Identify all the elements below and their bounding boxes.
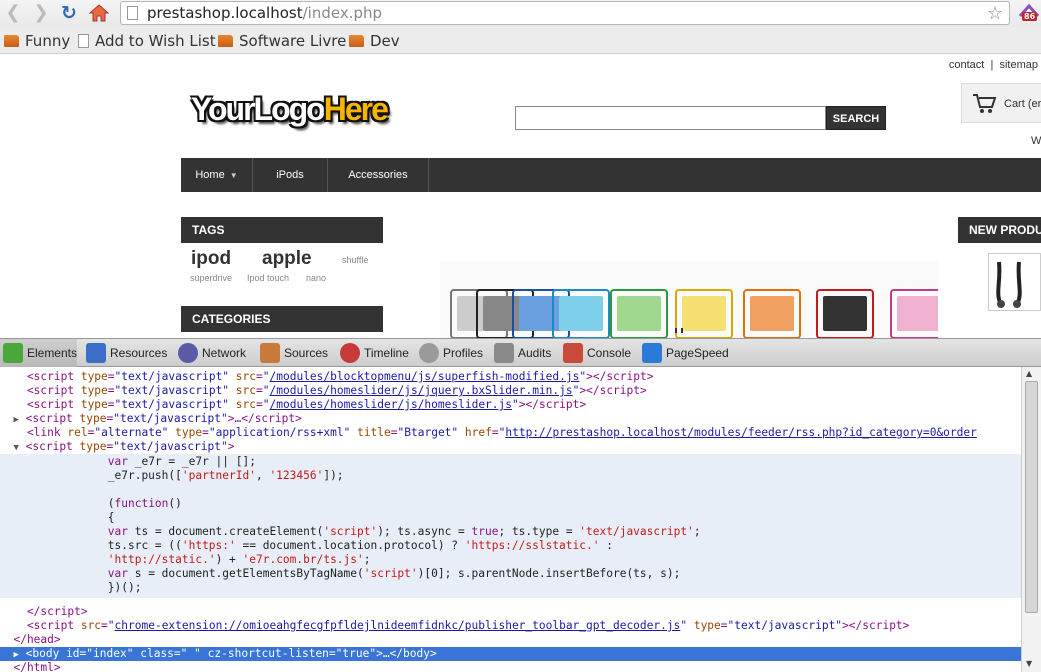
code-line[interactable]: </html>: [0, 661, 60, 672]
bookmark-wishlist[interactable]: Add to Wish List: [78, 32, 216, 50]
folder-icon: [218, 35, 233, 47]
sources-icon: [260, 343, 280, 363]
scroll-down-icon[interactable]: ▼: [1026, 659, 1032, 668]
tag-shuffle[interactable]: shuffle: [342, 255, 368, 265]
code-line[interactable]: <script type="text/javascript" src="/mod…: [0, 398, 586, 412]
address-bar[interactable]: prestashop.localhost/index.php ☆: [120, 1, 1010, 25]
tab-network[interactable]: Network: [178, 339, 246, 367]
browser-toolbar: ❮ ❯ ↻ prestashop.localhost/index.php ☆ 8…: [0, 0, 1041, 27]
page-icon: [127, 6, 138, 20]
tab-pagespeed[interactable]: PageSpeed: [642, 339, 729, 367]
menu-item-home[interactable]: Home ▼: [181, 158, 253, 192]
main-menu: Home ▼ iPods Accessories: [181, 158, 1041, 192]
code-line[interactable]: </script>: [0, 605, 88, 619]
sitemap-link[interactable]: sitemap: [999, 59, 1038, 71]
chevron-down-icon: ▼: [229, 171, 238, 180]
page-viewport: contact | sitemap YourLogoHere SEARCH Ca…: [0, 55, 1041, 338]
forward-icon[interactable]: ❯: [30, 3, 52, 23]
welcome-text: W: [1031, 135, 1041, 147]
vertical-scrollbar[interactable]: ▲ ▼: [1021, 367, 1041, 672]
reload-icon[interactable]: ↻: [58, 3, 80, 23]
tags-block: TAGS ipod apple shuffle superdrive Ipod …: [181, 217, 383, 283]
network-icon: [178, 343, 198, 363]
menu-item-accessories[interactable]: Accessories: [328, 158, 429, 192]
search-input[interactable]: [515, 106, 826, 130]
tag-apple[interactable]: apple: [262, 248, 312, 270]
timeline-icon: [340, 343, 360, 363]
tab-timeline[interactable]: Timeline: [340, 339, 409, 367]
code-line[interactable]: <script src="chrome-extension://omioeahg…: [0, 619, 909, 633]
new-products-block: NEW PRODU: [958, 217, 1041, 243]
menu-item-ipods[interactable]: iPods: [253, 158, 328, 192]
folder-icon: [349, 35, 364, 47]
url-path: /index.php: [302, 4, 383, 22]
tag-ipod[interactable]: ipod: [191, 248, 231, 270]
tab-console[interactable]: Console: [563, 339, 631, 367]
bookmark-star-icon[interactable]: ☆: [987, 3, 1003, 24]
tab-sources[interactable]: Sources: [260, 339, 328, 367]
audits-icon: [494, 343, 514, 363]
bookmark-software-livre[interactable]: Software Livre: [218, 32, 346, 50]
bookmark-funny[interactable]: Funny: [4, 32, 70, 50]
top-links: contact | sitemap: [948, 59, 1038, 71]
contact-link[interactable]: contact: [949, 59, 984, 71]
profiles-icon: [419, 343, 439, 363]
code-line[interactable]: <link rel="alternate" type="application/…: [0, 426, 977, 440]
scroll-up-icon[interactable]: ▲: [1026, 369, 1032, 378]
new-products-title: NEW PRODU: [958, 217, 1041, 243]
tab-elements[interactable]: Elements: [0, 339, 77, 367]
home-icon[interactable]: [88, 3, 110, 23]
resources-icon: [86, 343, 106, 363]
back-icon[interactable]: ❮: [2, 3, 24, 23]
home-slider[interactable]: [440, 262, 938, 338]
code-line[interactable]: </head>: [0, 633, 60, 647]
page-icon: [78, 34, 89, 48]
code-line[interactable]: <script type="text/javascript" src="/mod…: [0, 370, 654, 384]
extension-badge: 86: [1022, 12, 1038, 21]
code-line[interactable]: ▼ <script type="text/javascript">: [0, 440, 234, 454]
cart-box[interactable]: Cart (er: [961, 83, 1041, 123]
categories-block: CATEGORIES: [181, 306, 383, 332]
folder-icon: [4, 35, 19, 47]
url-host: prestashop.localhost: [147, 4, 303, 22]
bookmarks-bar: Funny Add to Wish List Software Livre De…: [0, 27, 1041, 54]
url-text: prestashop.localhost/index.php: [147, 4, 382, 22]
tab-profiles[interactable]: Profiles: [419, 339, 483, 367]
tab-resources[interactable]: Resources: [86, 339, 167, 367]
elements-panel[interactable]: <script type="text/javascript" src="/mod…: [0, 367, 1021, 672]
selected-code-line[interactable]: ▶ <body id="index" class=" " cz-shortcut…: [0, 647, 1021, 661]
console-icon: [563, 343, 583, 363]
categories-title: CATEGORIES: [181, 306, 383, 332]
bookmark-dev[interactable]: Dev: [349, 32, 400, 50]
product-thumbnail[interactable]: [988, 253, 1041, 311]
cart-icon: [973, 94, 997, 113]
site-logo[interactable]: YourLogoHere: [191, 91, 389, 128]
tab-audits[interactable]: Audits: [494, 339, 551, 367]
tag-ipod-touch[interactable]: Ipod touch: [247, 273, 289, 283]
scroll-thumb[interactable]: [1025, 381, 1038, 613]
cart-label: Cart (er: [1004, 98, 1041, 110]
code-line[interactable]: <script type="text/javascript" src="/mod…: [0, 384, 647, 398]
tags-title: TAGS: [181, 217, 383, 243]
tag-nano[interactable]: nano: [306, 273, 326, 283]
devtools-toolbar: Elements Resources Network Sources Timel…: [0, 338, 1041, 367]
elements-icon: [3, 343, 23, 363]
resize-handle[interactable]: [675, 328, 683, 333]
code-line[interactable]: ▶ <script type="text/javascript">…</scri…: [0, 412, 301, 426]
search-button[interactable]: SEARCH: [826, 106, 886, 130]
pagespeed-icon: [642, 343, 662, 363]
tag-superdrive[interactable]: superdrive: [190, 273, 232, 283]
